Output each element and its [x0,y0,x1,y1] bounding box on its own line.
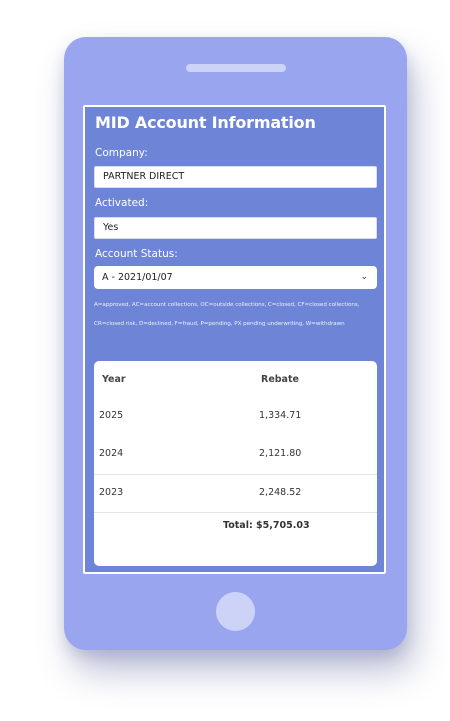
phone-screen: MID Account Information Company: PARTNER… [83,105,386,574]
rebate-cell: 2,121.80 [259,448,302,459]
chevron-down-icon: ⌄ [360,272,368,282]
account-status-select[interactable]: A - 2021/01/07 ⌄ [94,266,377,289]
rebate-column-header: Rebate [261,374,299,385]
year-cell: 2023 [99,487,124,498]
account-status-value: A - 2021/01/07 [102,272,173,283]
table-row: 2025 1,334.71 [94,398,377,436]
table-row: 2023 2,248.52 [94,474,377,513]
total-divider [94,512,377,514]
home-button[interactable] [216,592,255,631]
rebate-cell: 1,334.71 [259,410,302,421]
page-title: MID Account Information [95,113,316,132]
rebate-table-card: Year Rebate 2025 1,334.71 2024 2,121.80 … [94,361,377,566]
rebate-total: Total: $5,705.03 [223,520,310,531]
status-legend-line-1: A=approved, AC=account collections, OC=o… [94,302,360,308]
table-row: 2024 2,121.80 [94,436,377,474]
phone-speaker [186,64,286,72]
activated-field[interactable]: Yes [94,217,377,239]
company-label: Company: [95,147,148,159]
account-status-label: Account Status: [95,248,178,260]
company-field[interactable]: PARTNER DIRECT [94,166,377,188]
year-column-header: Year [102,374,126,385]
status-legend-line-2: CR=closed risk, D=declined, F=fraud, P=p… [94,321,345,327]
year-cell: 2025 [99,410,124,421]
activated-label: Activated: [95,197,149,209]
rebate-cell: 2,248.52 [259,487,302,498]
year-cell: 2024 [99,448,124,459]
phone-frame: MID Account Information Company: PARTNER… [64,37,407,650]
